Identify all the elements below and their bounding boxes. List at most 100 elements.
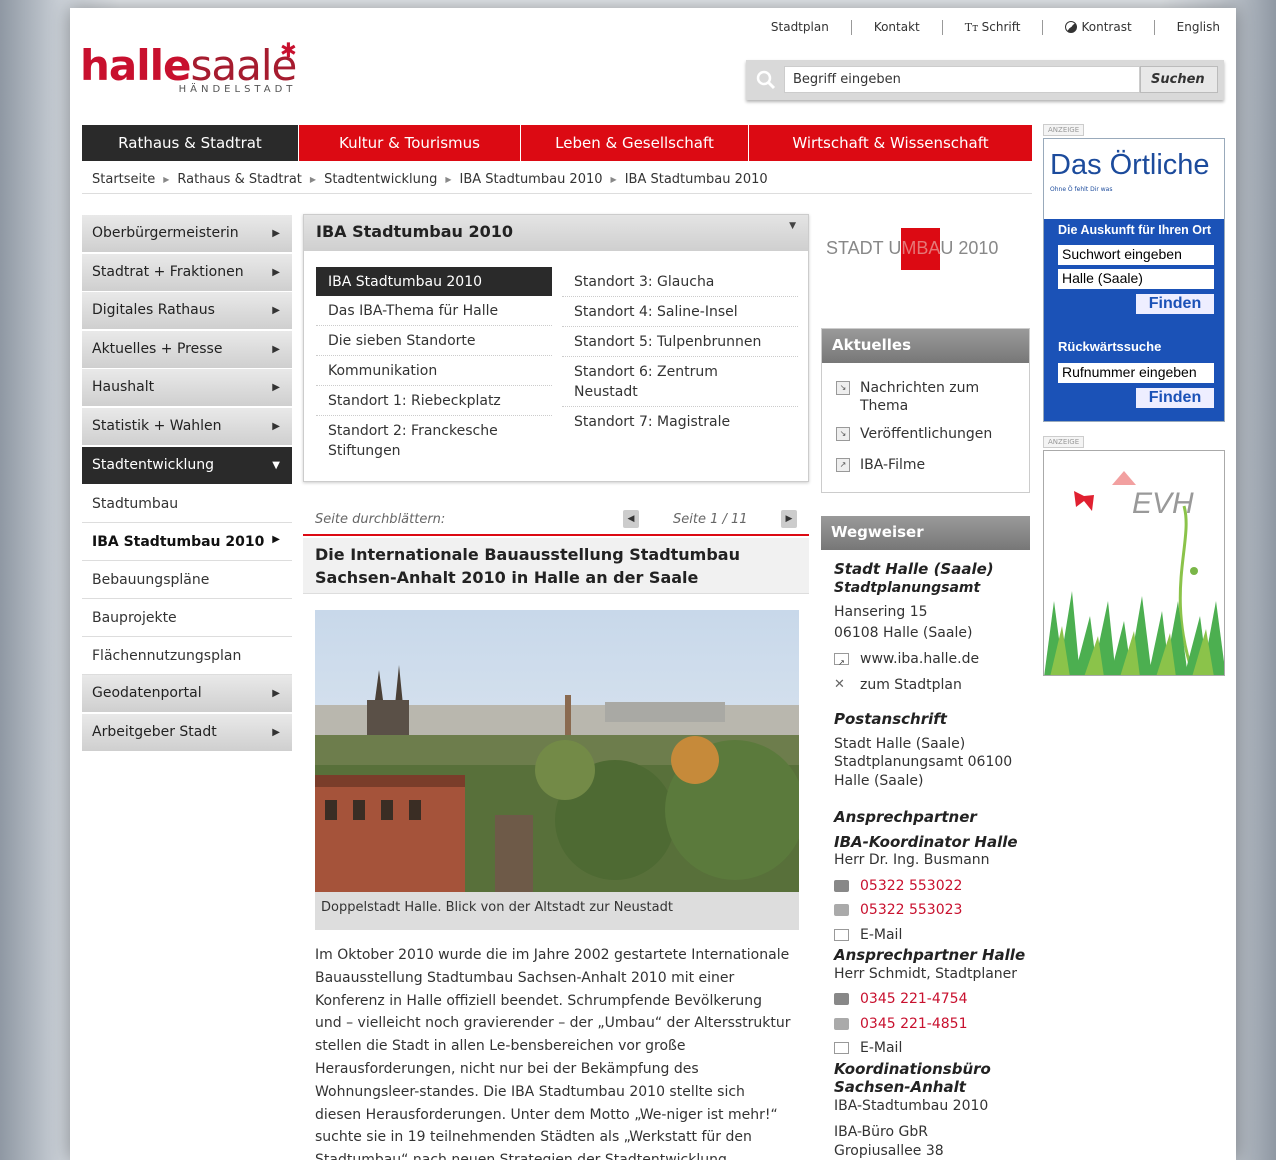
dropdown-icon: ▼ [789, 221, 796, 231]
email-link[interactable]: E-Mail [834, 1039, 1030, 1058]
arrow-link-icon: ↘ [836, 427, 850, 441]
nav-rathaus[interactable]: Rathaus & Stadtrat [82, 125, 298, 161]
article-line: Im Oktober 2010 wurde die im Jahre 2002 … [315, 947, 790, 963]
subnav-item[interactable]: Standort 4: Saline-Insel [562, 297, 798, 327]
subnav-item[interactable]: Das IBA-Thema für Halle [316, 296, 552, 326]
veroeffentlichungen-link[interactable]: ↘ Veröffentlichungen [822, 425, 1029, 443]
phone-link[interactable]: 0345 221-4754 [834, 990, 1030, 1009]
schrift-link[interactable]: Tт Schrift [941, 20, 1043, 35]
evh-ad[interactable]: EVH [1043, 450, 1225, 676]
subnav-item[interactable]: Standort 1: Riebeckplatz [316, 386, 552, 416]
finden-button[interactable]: Finden [1136, 294, 1214, 314]
oertliche-form: Die Auskunft für Ihren Ort Suchwort eing… [1044, 219, 1224, 421]
submenu-item[interactable]: Stadtumbau [82, 485, 292, 524]
next-page-icon[interactable]: ▶ [781, 510, 797, 528]
left-menu: Oberbürgermeisterin ▶ Stadtrat + Fraktion… [82, 215, 292, 752]
menu-item[interactable]: Statistik + Wahlen ▶ [82, 407, 292, 445]
search-bar: Begriff eingeben Suchen [746, 60, 1224, 100]
suchwort-input[interactable]: Suchwort eingeben [1058, 245, 1214, 265]
fax-link[interactable]: 05322 553023 [834, 901, 1030, 920]
phone-link[interactable]: 05322 553022 [834, 877, 1030, 896]
subnav-item[interactable]: Standort 5: Tulpenbrunnen [562, 327, 798, 357]
stadtplan-link[interactable]: ✕ zum Stadtplan [834, 676, 1030, 695]
crumb-iba[interactable]: IBA Stadtumbau 2010 [460, 172, 603, 187]
oertliche-ad[interactable]: Das Örtliche Ohne Ö fehlt Dir was Die Au… [1043, 138, 1225, 422]
subnav-item[interactable]: Standort 7: Magistrale [562, 407, 798, 436]
menu-item-active[interactable]: Stadtentwicklung ▼ [82, 446, 292, 484]
english-link[interactable]: English [1153, 20, 1220, 35]
website-link[interactable]: ↗ www.iba.halle.de [834, 650, 1030, 669]
nachrichten-link[interactable]: ↘ Nachrichten zum Thema [822, 379, 1029, 415]
external-link-icon: ↗ [834, 653, 849, 667]
evh-illustration [1044, 471, 1224, 675]
subnav-item[interactable]: Standort 2: Franckesche Stiftungen [316, 416, 552, 465]
subnav-item[interactable]: Standort 3: Glaucha [562, 267, 798, 297]
subnav-item[interactable]: Die sieben Standorte [316, 326, 552, 356]
search-input[interactable]: Begriff eingeben [784, 66, 1140, 93]
arrow-link-icon: ↘ [836, 381, 850, 395]
menu-item[interactable]: Haushalt ▶ [82, 369, 292, 407]
site-logo[interactable]: hallesaale ✱ HÄNDELSTADT [80, 38, 297, 95]
crumb-stadtentwicklung[interactable]: Stadtentwicklung [324, 172, 437, 187]
search-button[interactable]: Suchen [1140, 66, 1218, 93]
menu-item[interactable]: Arbeitgeber Stadt ▶ [82, 713, 292, 751]
pager: Seite durchblättern: ◀ Seite 1 / 11 ▶ [303, 504, 809, 536]
contrast-icon [1065, 21, 1078, 33]
chevron-right-icon: ▶ [272, 305, 280, 317]
chevron-right-icon: ▶ [163, 175, 170, 184]
article-line: stellen die Stadt in allen Le-bensbereic… [315, 1038, 686, 1055]
rufnummer-input[interactable]: Rufnummer eingeben [1058, 363, 1214, 383]
subnav-item-active[interactable]: IBA Stadtumbau 2010 [316, 267, 552, 296]
mail-icon [834, 1042, 849, 1054]
subnav-item[interactable]: Kommunikation [316, 356, 552, 386]
breadcrumb: Startseite ▶ Rathaus & Stadtrat ▶ Stadtent… [82, 166, 1032, 194]
subnav-item[interactable]: Standort 6: Zentrum Neustadt [562, 357, 798, 407]
crumb-rathaus[interactable]: Rathaus & Stadtrat [177, 172, 302, 187]
fax-icon [834, 1017, 849, 1030]
search-icon [756, 70, 776, 90]
article-line: suchte sie in 19 teilnehmenden Städten a… [315, 1129, 752, 1146]
submenu-item[interactable]: Bebauungspläne [82, 561, 292, 600]
menu-item[interactable]: Geodatenportal ▶ [82, 675, 292, 713]
kontrast-link[interactable]: Kontrast [1042, 20, 1153, 35]
article-line: diesen Herausforderungen. Unter dem Mott… [315, 1106, 778, 1123]
submenu-item-active[interactable]: IBA Stadtumbau 2010 ▶ [82, 523, 292, 562]
chevron-right-icon: ▶ [272, 688, 280, 700]
prev-page-icon[interactable]: ◀ [623, 510, 639, 528]
menu-item[interactable]: Stadtrat + Fraktionen ▶ [82, 253, 292, 291]
chevron-down-icon: ▼ [272, 459, 280, 471]
phone-icon [834, 879, 849, 892]
iba-filme-link[interactable]: ↗ IBA-Filme [822, 456, 1029, 474]
nav-kultur[interactable]: Kultur & Tourismus [298, 125, 520, 161]
menu-item[interactable]: Oberbürgermeisterin ▶ [82, 215, 292, 252]
external-link-icon: ↗ [836, 458, 850, 472]
email-link[interactable]: E-Mail [834, 926, 1030, 945]
stadtumbau-logo[interactable]: STADT UMBAU 2010 [826, 228, 1016, 282]
stadtplan-link[interactable]: Stadtplan [749, 20, 851, 35]
submenu-item[interactable]: Bauprojekte [82, 599, 292, 638]
chevron-right-icon: ▶ [445, 175, 452, 184]
menu-item[interactable]: Digitales Rathaus ▶ [82, 292, 292, 330]
kontakt-link[interactable]: Kontakt [850, 20, 942, 35]
ad-label: ANZEIGE [1043, 124, 1085, 136]
mail-icon [834, 928, 849, 941]
chevron-right-icon: ▶ [272, 534, 280, 546]
menu-item[interactable]: Aktuelles + Presse ▶ [82, 330, 292, 368]
chevron-right-icon: ▶ [272, 343, 280, 355]
subnav-header[interactable]: IBA Stadtumbau 2010 ▼ [304, 215, 808, 251]
ort-input[interactable]: Halle (Saale) [1058, 269, 1214, 289]
nav-leben[interactable]: Leben & Gesellschaft [520, 125, 748, 161]
nav-wirtschaft[interactable]: Wirtschaft & Wissenschaft [748, 125, 1032, 161]
page-indicator: Seite 1 / 11 [673, 512, 748, 527]
fax-link[interactable]: 0345 221-4851 [834, 1015, 1030, 1034]
evh-logo: EVH [1132, 487, 1194, 520]
page: Stadtplan Kontakt Tт Schrift Kontrast En… [70, 8, 1236, 1160]
ad-label: ANZEIGE [1043, 436, 1085, 448]
wegweiser-header: Wegweiser [821, 516, 1030, 550]
wegweiser-content: Stadt Halle (Saale) Stadtplanungsamt Han… [834, 560, 1030, 1160]
article-line: Konferenz in Halle offiziell beendet. Sc… [315, 992, 762, 1009]
finden-button-2[interactable]: Finden [1136, 388, 1214, 408]
font-size-icon: Tт [964, 21, 982, 34]
submenu-item[interactable]: Flächennutzungsplan [82, 637, 292, 676]
crumb-startseite[interactable]: Startseite [92, 172, 155, 187]
